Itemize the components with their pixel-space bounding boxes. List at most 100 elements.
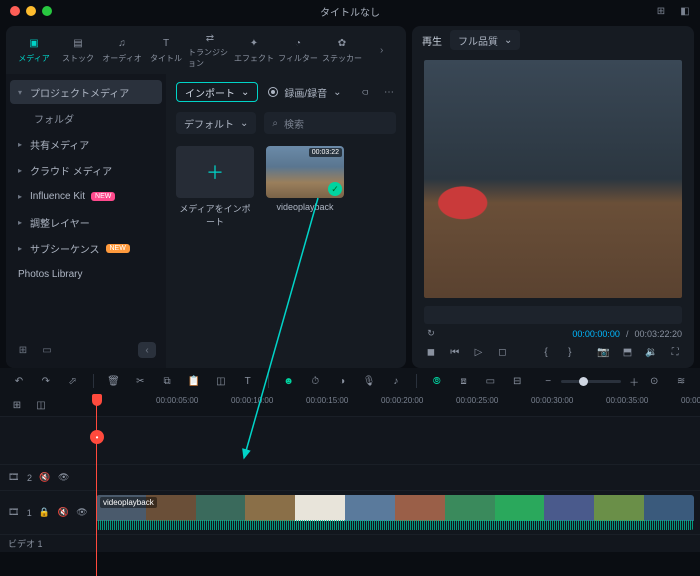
mute-icon[interactable]: 🔇 <box>58 507 70 518</box>
sidebar-item-subsequence[interactable]: ▸ サブシーケンス NEW <box>10 236 162 260</box>
close-window-icon[interactable] <box>10 6 20 16</box>
zoom-in-icon[interactable]: ＋ <box>627 374 641 388</box>
timeline-ruler[interactable]: • 00:00:05:00 00:00:10:00 00:00:15:00 00… <box>96 394 700 416</box>
undo-icon[interactable]: ↶ <box>12 374 26 388</box>
sidebar-item-label: Influence Kit <box>30 191 85 202</box>
track-body[interactable]: videoplayback <box>96 491 700 534</box>
layout-toggle-icon[interactable]: ⊞ <box>654 4 668 18</box>
prev-frame-icon[interactable]: ⏮ <box>448 347 462 358</box>
tab-transition[interactable]: ⇄ トランジション <box>188 28 232 72</box>
sidebar-item-label: Photos Library <box>18 269 82 280</box>
left-panel: ▣ メディア ▤ ストック ♫ オーディオ T タイトル ⇄ トランジション ✦… <box>6 26 406 368</box>
audio-tool-icon[interactable]: 🎙 <box>362 374 376 388</box>
music-icon[interactable]: ♪ <box>389 374 403 388</box>
timeline-ruler-row: ⊞ ◫ • 00:00:05:00 00:00:10:00 00:00:15:0… <box>0 394 700 416</box>
sidebar-item-adjustment-layer[interactable]: ▸ 調整レイヤー <box>10 210 162 234</box>
filter-icon[interactable]: ⫏ <box>358 85 372 99</box>
timeline-tracks: 🎞 2 🔇 👁 🎞 1 🔒 🔇 👁 videoplayback <box>0 416 700 552</box>
play-icon[interactable]: ▷ <box>472 347 486 358</box>
visibility-icon[interactable]: 👁 <box>58 472 70 483</box>
playhead[interactable]: • <box>96 394 97 576</box>
volume-icon[interactable]: 🔉 <box>644 347 658 358</box>
quality-select[interactable]: フル品質 ⌄ <box>450 30 520 50</box>
zoom-slider[interactable] <box>561 380 621 383</box>
tile-label: videoplayback <box>276 202 333 212</box>
track-layout-icon[interactable]: ⊞ <box>10 398 24 412</box>
sidebar-item-shared-media[interactable]: ▸ 共有メディア <box>10 132 162 156</box>
text-icon[interactable]: T <box>241 374 255 388</box>
render-icon[interactable]: ⊟ <box>510 374 524 388</box>
collapse-sidebar-icon[interactable]: ‹ <box>138 342 156 358</box>
record-label: 録画/録音 <box>284 85 327 100</box>
sidebar-item-cloud-media[interactable]: ▸ クラウド メディア <box>10 158 162 182</box>
import-button[interactable]: インポート ⌄ <box>176 82 258 102</box>
visibility-icon[interactable]: 👁 <box>76 507 88 518</box>
search-placeholder: 検索 <box>284 116 304 131</box>
loop-icon[interactable]: ↻ <box>424 328 438 339</box>
sort-select[interactable]: デフォルト ⌄ <box>176 112 256 134</box>
track-spacer <box>0 416 700 464</box>
track-collapse-icon[interactable]: ◫ <box>34 398 48 412</box>
ai-icon[interactable]: ☻ <box>282 374 296 388</box>
tab-title[interactable]: T タイトル <box>144 28 188 72</box>
track-video-icon[interactable]: 🎞 <box>8 507 20 518</box>
preview-scrubber[interactable] <box>424 306 682 324</box>
link-icon[interactable]: ⧈ <box>457 374 471 388</box>
delete-icon[interactable]: 🗑 <box>107 374 121 388</box>
zoom-fit-icon[interactable]: ⊙ <box>647 374 661 388</box>
next-frame-icon[interactable]: ◻ <box>495 347 509 358</box>
mixer-icon[interactable]: ≋ <box>674 374 688 388</box>
redo-icon[interactable]: ↷ <box>39 374 53 388</box>
record-option[interactable]: 録画/録音 ⌄ <box>268 85 341 100</box>
timeline-toolbar: ↶ ↷ ⬀ 🗑 ✂ ⧉ 📋 ◫ T ☻ ⏱ ◑ 🎙 ♪ ⦾ ⧈ ▭ ⊟ − ＋ … <box>0 368 700 394</box>
speed-icon[interactable]: ⏱ <box>308 374 322 388</box>
crop-icon[interactable]: ◫ <box>214 374 228 388</box>
color-icon[interactable]: ◑ <box>335 374 349 388</box>
media-tile[interactable]: 00:03:22 ✓ videoplayback <box>266 146 344 228</box>
tab-stock[interactable]: ▤ ストック <box>56 28 100 72</box>
maximize-window-icon[interactable] <box>42 6 52 16</box>
video-clip[interactable]: videoplayback <box>96 495 694 530</box>
sort-label: デフォルト <box>184 116 234 131</box>
search-input[interactable]: ⌕ 検索 <box>264 112 396 134</box>
sidebar-item-label: サブシーケンス <box>30 241 100 256</box>
preview-canvas[interactable] <box>424 60 682 298</box>
paste-icon[interactable]: 📋 <box>187 374 201 388</box>
sidebar-item-folder[interactable]: フォルダ <box>10 106 162 130</box>
sidebar-item-project-media[interactable]: ▾ プロジェクトメディア <box>10 80 162 104</box>
tab-sticker[interactable]: ✿ ステッカー <box>320 28 364 72</box>
copy-icon[interactable]: ⧉ <box>160 374 174 388</box>
mark-out-icon[interactable]: } <box>563 347 577 358</box>
track-body[interactable] <box>96 465 700 490</box>
tabs-next-icon[interactable]: › <box>380 45 400 56</box>
panel-toggle-icon[interactable]: ◧ <box>678 4 692 18</box>
track-video-icon[interactable]: 🎞 <box>8 472 20 483</box>
magnet-icon[interactable]: ⦾ <box>430 374 444 388</box>
tab-media[interactable]: ▣ メディア <box>12 28 56 72</box>
tab-filter[interactable]: ◔ フィルター <box>276 28 320 72</box>
tab-effect[interactable]: ✦ エフェクト <box>232 28 276 72</box>
import-tile[interactable]: ＋ メディアをインポート <box>176 146 254 228</box>
lock-icon[interactable]: 🔒 <box>39 507 51 518</box>
stop-icon[interactable]: ◼ <box>424 347 438 358</box>
ruler-tick: 00:00:20:00 <box>381 396 423 405</box>
new-bin-icon[interactable]: ⊞ <box>16 343 30 357</box>
pointer-icon[interactable]: ⬀ <box>66 374 80 388</box>
sidebar-item-influence-kit[interactable]: ▸ Influence Kit NEW <box>10 184 162 208</box>
snapshot-icon[interactable]: 📷 <box>597 347 611 358</box>
tab-audio[interactable]: ♫ オーディオ <box>100 28 144 72</box>
new-folder-icon[interactable]: ▭ <box>40 343 54 357</box>
mute-icon[interactable]: 🔇 <box>39 472 51 483</box>
split-icon[interactable]: ✂ <box>133 374 147 388</box>
marker-icon[interactable]: ⬒ <box>621 347 635 358</box>
more-icon[interactable]: ⋯ <box>382 85 396 99</box>
zoom-out-icon[interactable]: − <box>541 374 555 388</box>
titlebar: タイトルなし ⊞ ◧ <box>0 0 700 22</box>
track-index: 1 <box>27 508 32 518</box>
marker-tool-icon[interactable]: ▭ <box>483 374 497 388</box>
tab-label: エフェクト <box>234 53 274 64</box>
fullscreen-icon[interactable]: ⛶ <box>668 347 682 358</box>
mark-in-icon[interactable]: { <box>539 347 553 358</box>
sidebar-item-photos-library[interactable]: Photos Library <box>10 262 162 286</box>
minimize-window-icon[interactable] <box>26 6 36 16</box>
